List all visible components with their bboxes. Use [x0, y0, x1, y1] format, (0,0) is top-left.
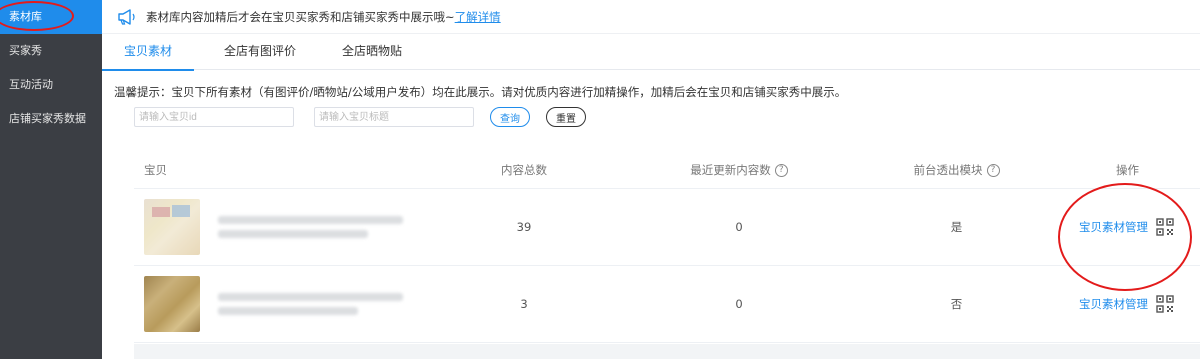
help-icon[interactable]: ? — [986, 164, 1000, 177]
material-table: 宝贝 内容总数 最近更新内容数? 前台透出模块? 操作 39 0 是 宝贝素材管… — [134, 152, 1200, 343]
item-cell — [134, 276, 434, 332]
total-count: 39 — [516, 220, 532, 234]
recent-count: 0 — [735, 220, 743, 234]
header-action: 操作 — [1116, 163, 1139, 177]
total-count: 3 — [520, 297, 528, 311]
sidebar-item-buyer-show[interactable]: 买家秀 — [0, 34, 102, 68]
tab-shop-photo-reviews[interactable]: 全店有图评价 — [204, 34, 316, 70]
reset-button[interactable]: 重置 — [546, 107, 586, 127]
qr-code-icon[interactable] — [1156, 295, 1174, 313]
item-title-blurred — [218, 216, 403, 238]
tab-item-materials[interactable]: 宝贝素材 — [102, 34, 194, 71]
item-title-input[interactable] — [314, 107, 474, 127]
item-thumbnail[interactable] — [144, 199, 200, 255]
table-row: 3 0 否 宝贝素材管理 — [134, 266, 1200, 343]
notice-bar: 素材库内容加精后才会在宝贝买家秀和店铺买家秀中展示哦~ 了解详情 — [102, 0, 1200, 34]
tip-text: 温馨提示：宝贝下所有素材（有图评价/晒物站/公域用户发布）均在此展示。请对优质内… — [114, 85, 847, 99]
recent-count: 0 — [735, 297, 743, 311]
megaphone-icon — [118, 8, 135, 25]
manage-materials-link[interactable]: 宝贝素材管理 — [1079, 219, 1148, 235]
header-total: 内容总数 — [501, 163, 547, 177]
header-recent-label: 最近更新内容数 — [690, 163, 771, 177]
filter-bar: 查询 重置 — [134, 106, 586, 128]
qr-code-icon[interactable] — [1156, 218, 1174, 236]
item-title-blurred — [218, 293, 403, 315]
header-recent: 最近更新内容数? — [614, 162, 864, 178]
manage-materials-link[interactable]: 宝贝素材管理 — [1079, 296, 1148, 312]
sidebar: 素材库 买家秀 互动活动 店铺买家秀数据 — [0, 0, 102, 359]
table-row: 39 0 是 宝贝素材管理 — [134, 189, 1200, 266]
header-module-label: 前台透出模块 — [913, 163, 983, 177]
item-cell — [134, 199, 434, 255]
action-cell: 宝贝素材管理 — [1049, 295, 1200, 313]
module-value: 是 — [950, 220, 963, 234]
tab-shop-showcase-posts[interactable]: 全店晒物贴 — [316, 34, 428, 70]
table-footer-strip — [134, 344, 1200, 359]
item-id-input[interactable] — [134, 107, 294, 127]
learn-more-link[interactable]: 了解详情 — [455, 9, 501, 25]
action-cell: 宝贝素材管理 — [1049, 218, 1200, 236]
sidebar-item-material-library[interactable]: 素材库 — [0, 0, 102, 34]
help-icon[interactable]: ? — [774, 164, 788, 177]
header-module: 前台透出模块? — [864, 162, 1049, 178]
sidebar-item-interactive-activity[interactable]: 互动活动 — [0, 68, 102, 102]
sidebar-item-label: 素材库 — [9, 10, 42, 23]
sidebar-item-shop-buyer-show-data[interactable]: 店铺买家秀数据 — [0, 102, 102, 136]
tab-bar: 宝贝素材 全店有图评价 全店晒物贴 — [102, 34, 1200, 71]
module-value: 否 — [950, 297, 963, 311]
sidebar-item-label: 店铺买家秀数据 — [9, 112, 86, 125]
sidebar-item-label: 买家秀 — [9, 44, 42, 57]
item-thumbnail[interactable] — [144, 276, 200, 332]
notice-text: 素材库内容加精后才会在宝贝买家秀和店铺买家秀中展示哦~ — [146, 9, 455, 24]
sidebar-item-label: 互动活动 — [9, 78, 53, 91]
header-item: 宝贝 — [144, 163, 167, 177]
search-button[interactable]: 查询 — [490, 107, 530, 127]
table-header: 宝贝 内容总数 最近更新内容数? 前台透出模块? 操作 — [134, 152, 1200, 189]
